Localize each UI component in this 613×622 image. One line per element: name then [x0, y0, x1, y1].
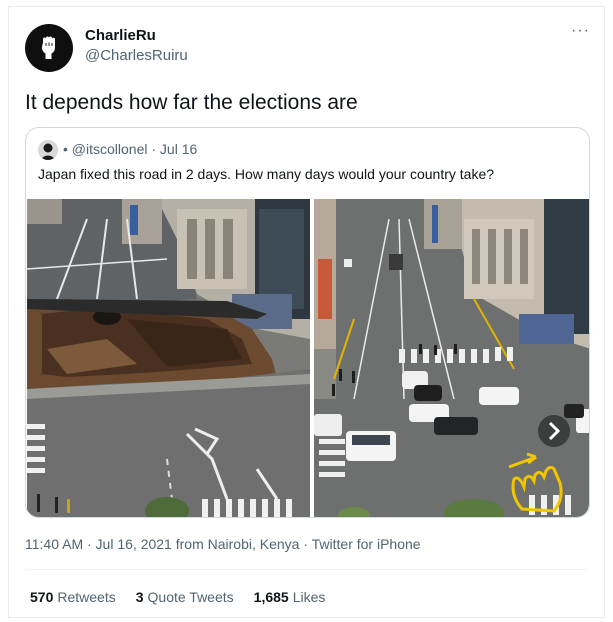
more-options-icon[interactable]: ··· [571, 22, 590, 40]
repaired-road-image [314, 199, 589, 517]
repaired-road-photo[interactable] [314, 199, 589, 517]
quote-tweets-count: 3 [135, 589, 144, 605]
sinkhole-photo[interactable] [27, 199, 310, 517]
divider [25, 569, 590, 570]
raised-fist-icon [42, 36, 55, 59]
quote-tweets-label: Quote Tweets [147, 589, 234, 605]
quoted-tweet[interactable]: • @itscollonel · Jul 16 Japan fixed this… [25, 127, 590, 518]
likes-stat[interactable]: 1,685 Likes [254, 589, 326, 605]
author-handle[interactable]: @CharlesRuiru [85, 47, 188, 64]
sinkhole-image [27, 199, 310, 517]
retweets-label: Retweets [57, 589, 116, 605]
quoted-tweet-text: Japan fixed this road in 2 days. How man… [38, 166, 495, 182]
likes-label: Likes [292, 589, 326, 605]
tweet-stats: 570 Retweets 3 Quote Tweets 1,685 Likes [30, 589, 325, 605]
next-image-button[interactable] [538, 415, 570, 447]
likes-count: 1,685 [253, 589, 289, 605]
person-icon [38, 140, 58, 160]
quoted-author-avatar[interactable] [38, 140, 58, 160]
quote-tweets-stat[interactable]: 3 Quote Tweets [136, 589, 234, 605]
quoted-media[interactable] [26, 199, 589, 517]
tweet-timestamp[interactable]: 11:40 AM · Jul 16, 2021 from Nairobi, Ke… [25, 536, 421, 552]
author-name[interactable]: CharlieRu [85, 27, 156, 44]
retweets-stat[interactable]: 570 Retweets [30, 589, 116, 605]
quoted-tweet-meta[interactable]: • @itscollonel · Jul 16 [63, 141, 197, 157]
author-avatar[interactable] [25, 24, 73, 72]
tweet-text: It depends how far the elections are [25, 91, 358, 114]
retweets-count: 570 [30, 589, 54, 605]
